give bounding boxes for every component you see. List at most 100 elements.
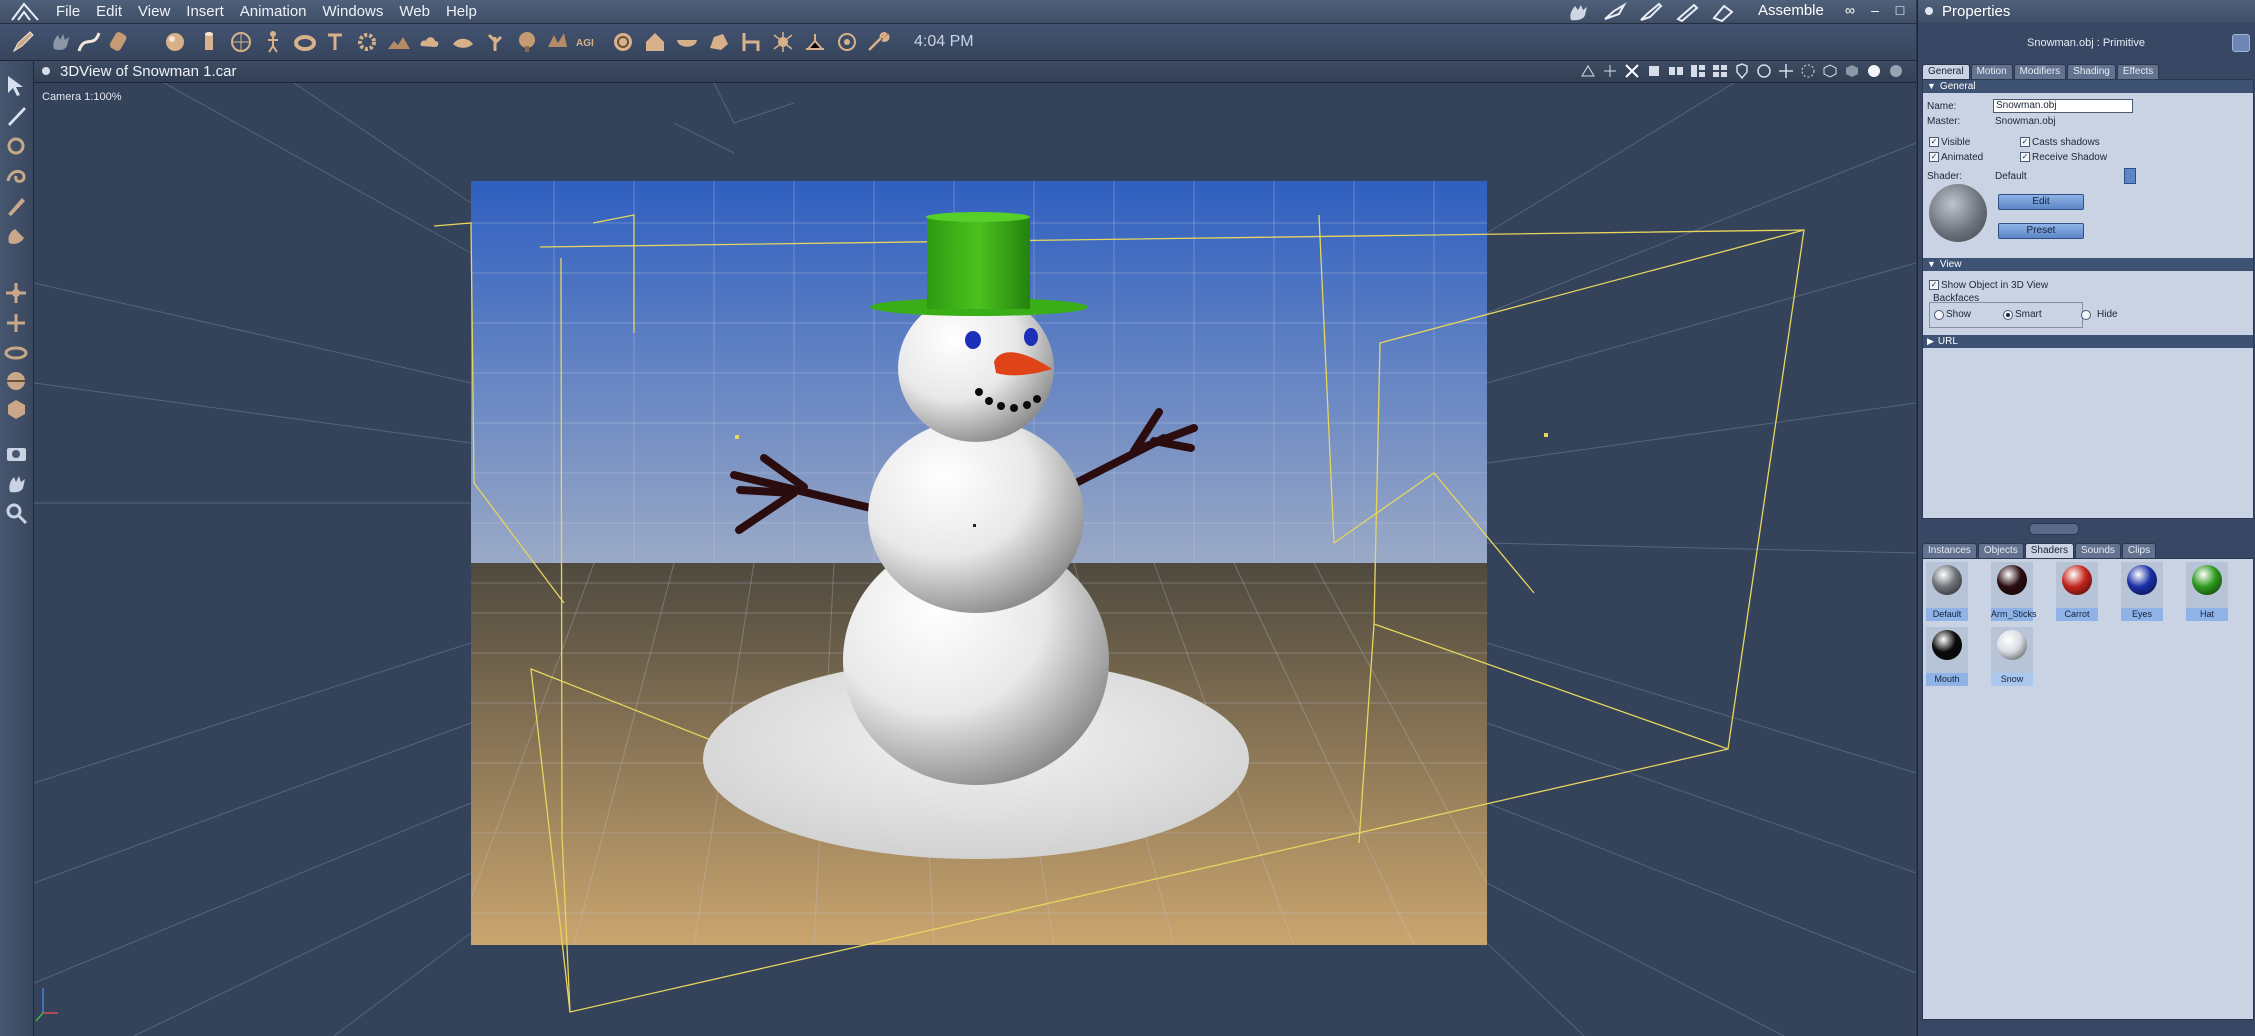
menu-web[interactable]: Web (391, 3, 438, 20)
menu-help[interactable]: Help (438, 3, 485, 20)
wrench-icon[interactable] (864, 29, 890, 55)
cube-display-icon[interactable] (1844, 63, 1860, 79)
pencil-icon[interactable] (10, 29, 36, 55)
target-icon[interactable] (834, 29, 860, 55)
menu-insert[interactable]: Insert (178, 3, 232, 20)
shader-picker-button[interactable] (2124, 168, 2136, 184)
link-icon[interactable]: ∞ (1842, 1, 1858, 19)
3d-viewport[interactable]: Camera 1:100% (34, 83, 1916, 1036)
hand-icon[interactable] (48, 29, 74, 55)
maximize-button[interactable]: □ (1892, 1, 1908, 19)
panel-splitter[interactable] (2029, 523, 2079, 535)
view-menu-dot[interactable] (42, 67, 50, 75)
preview-icon[interactable] (1602, 63, 1618, 79)
orbit-view-icon[interactable] (1756, 63, 1772, 79)
edit-button[interactable]: Edit (1998, 194, 2084, 210)
twist-icon[interactable] (4, 163, 29, 188)
figure-icon[interactable] (260, 29, 286, 55)
shader-swatch-default[interactable]: Default (1926, 562, 1968, 622)
dolly-icon[interactable] (4, 369, 29, 394)
wireframe-icon[interactable] (1800, 63, 1816, 79)
paint-room-icon[interactable] (1638, 2, 1664, 22)
tab-shaders[interactable]: Shaders (2024, 543, 2074, 558)
shader-swatch-hat[interactable]: Hat (2186, 562, 2228, 622)
texture-display-icon[interactable] (1888, 63, 1904, 79)
four-view-icon[interactable] (1712, 63, 1728, 79)
backfaces-show-radio[interactable] (1934, 310, 1944, 320)
tab-sounds[interactable]: Sounds (2074, 543, 2121, 558)
select-arrow-icon[interactable] (4, 73, 29, 98)
pin-icon[interactable] (2232, 34, 2250, 52)
chair-icon[interactable] (738, 29, 764, 55)
render-preview-icon[interactable] (4, 397, 29, 422)
move-icon[interactable] (4, 281, 29, 306)
text-icon[interactable] (322, 29, 348, 55)
two-view-icon[interactable] (1668, 63, 1684, 79)
backfaces-smart-radio[interactable] (2003, 310, 2013, 320)
graph-icon[interactable] (802, 29, 828, 55)
shader-swatch-snow[interactable]: Snow (1991, 627, 2033, 687)
sculpt-icon[interactable] (106, 29, 132, 55)
section-url[interactable]: ▶ URL (1923, 335, 2253, 348)
hand-room-icon[interactable] (1566, 2, 1592, 22)
scene-canvas[interactable] (34, 83, 1916, 1036)
name-field[interactable]: Snowman.obj (1993, 99, 2133, 113)
camera-view-icon[interactable] (1734, 63, 1750, 79)
grid-icon[interactable] (1624, 63, 1640, 79)
bug-icon[interactable] (770, 29, 796, 55)
bowl-icon[interactable] (674, 29, 700, 55)
sculpt-room-icon[interactable] (1602, 1, 1628, 22)
move-view-icon[interactable] (1778, 63, 1794, 79)
rotate-icon[interactable] (4, 133, 29, 158)
visible-checkbox[interactable]: ✓ (1929, 137, 1939, 147)
three-view-icon[interactable] (1690, 63, 1706, 79)
tab-shading[interactable]: Shading (2067, 64, 2116, 79)
smooth-display-icon[interactable] (1866, 63, 1882, 79)
hand-link-icon[interactable] (4, 223, 29, 248)
tree-icon[interactable] (514, 29, 540, 55)
tab-motion[interactable]: Motion (1970, 64, 2013, 79)
panel-menu-dot[interactable] (1925, 7, 1933, 15)
brush-icon[interactable] (4, 193, 29, 218)
tab-modifiers[interactable]: Modifiers (2013, 64, 2067, 79)
box-display-icon[interactable] (1822, 63, 1838, 79)
receive-shadow-checkbox[interactable]: ✓ (2020, 152, 2030, 162)
globe-icon[interactable] (228, 29, 254, 55)
app-logo-icon[interactable] (8, 1, 42, 22)
backfaces-hide-radio[interactable] (2081, 310, 2091, 320)
bezier-icon[interactable] (76, 29, 102, 55)
section-general[interactable]: ▼ General (1923, 80, 2253, 93)
sky-icon[interactable] (610, 29, 636, 55)
cylinder-icon[interactable] (196, 29, 222, 55)
anchor-point[interactable] (1544, 433, 1548, 437)
menu-view[interactable]: View (130, 3, 178, 20)
sphere-icon[interactable] (162, 29, 188, 55)
shader-swatch-eyes[interactable]: Eyes (2121, 562, 2163, 622)
tab-objects[interactable]: Objects (1977, 543, 2024, 558)
agi-text-icon[interactable]: AGI (574, 29, 600, 55)
tab-instances[interactable]: Instances (1922, 543, 1977, 558)
menu-windows[interactable]: Windows (315, 3, 392, 20)
terrain-icon[interactable] (386, 29, 412, 55)
tab-effects[interactable]: Effects (2116, 64, 2160, 79)
house-icon[interactable] (642, 29, 668, 55)
casts-shadows-checkbox[interactable]: ✓ (2020, 137, 2030, 147)
torus-icon[interactable] (292, 29, 318, 55)
cloud-icon[interactable] (416, 29, 442, 55)
rock-icon[interactable] (706, 29, 732, 55)
shader-swatch-mouth[interactable]: Mouth (1926, 627, 1968, 687)
shader-swatch-arm-sticks[interactable]: Arm_Sticks (1991, 562, 2037, 622)
pan-hand-icon[interactable] (4, 471, 29, 496)
orbit-icon[interactable] (4, 341, 29, 366)
camera-icon[interactable] (4, 441, 29, 466)
draw-room-icon[interactable] (1674, 2, 1700, 22)
tab-clips[interactable]: Clips (2121, 543, 2157, 558)
direct-select-icon[interactable] (4, 103, 29, 128)
minimize-button[interactable]: – (1867, 1, 1883, 19)
drop-icon[interactable] (450, 29, 476, 55)
tab-general[interactable]: General (1922, 64, 1970, 79)
menu-edit[interactable]: Edit (88, 3, 130, 20)
animated-checkbox[interactable]: ✓ (1929, 152, 1939, 162)
plant-icon[interactable] (482, 29, 508, 55)
render-room-icon[interactable] (1710, 2, 1736, 22)
